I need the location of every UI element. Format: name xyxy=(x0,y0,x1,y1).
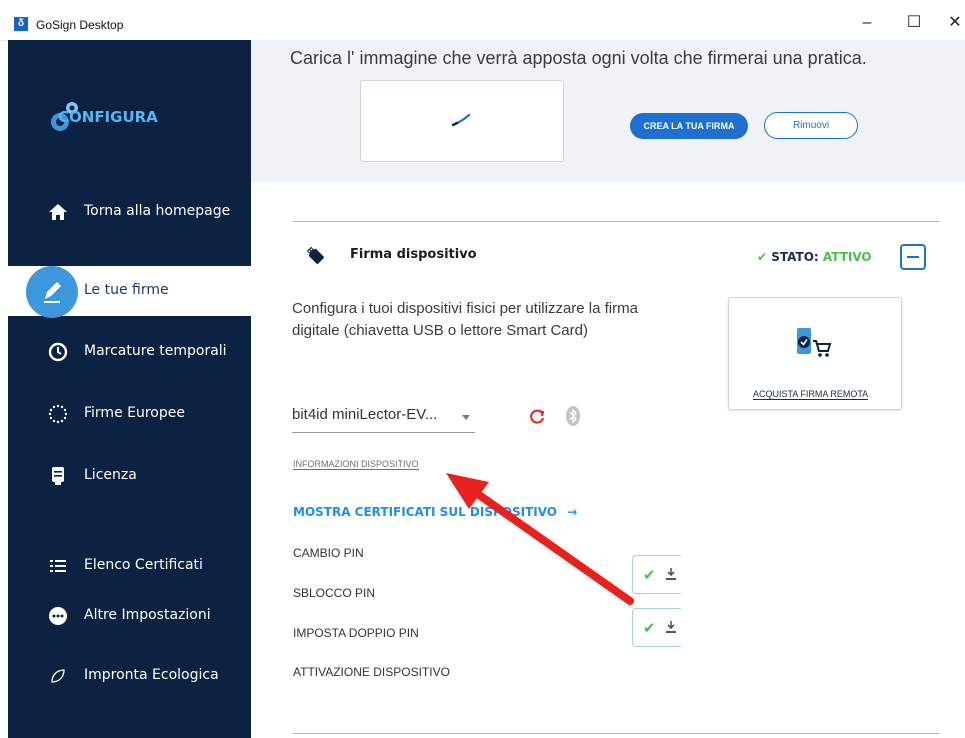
status-badge: ✔ STATO: ATTIVO xyxy=(757,250,872,264)
license-icon xyxy=(48,466,68,486)
home-icon xyxy=(48,202,68,222)
sidebar-item-label: Altre Impostazioni xyxy=(84,607,211,623)
sidebar-item-label: Torna alla homepage xyxy=(84,203,231,219)
minimize-button[interactable]: – xyxy=(852,10,882,36)
check-icon: ✔ xyxy=(643,567,656,584)
device-select-value: bit4id miniLector-EV... xyxy=(292,406,438,423)
action-status-box[interactable]: ✔ xyxy=(632,555,681,594)
action-unlock-pin[interactable]: SBLOCCO PIN xyxy=(293,586,375,600)
pen-icon xyxy=(451,113,471,127)
sidebar-item-label: Licenza xyxy=(84,467,137,483)
sidebar-item-ecological-footprint[interactable]: Impronta Ecologica xyxy=(8,654,251,698)
download-icon xyxy=(666,621,676,633)
action-change-pin[interactable]: CAMBIO PIN xyxy=(293,546,364,560)
sidebar-item-certificates[interactable]: Elenco Certificati xyxy=(8,544,251,588)
status-prefix: STATO: xyxy=(771,250,819,264)
remove-signature-button[interactable]: Rimuovi xyxy=(764,112,858,139)
more-icon xyxy=(48,606,68,626)
action-activate-device[interactable]: ATTIVAZIONE DISPOSITIVO xyxy=(293,665,450,679)
device-signature-title: Firma dispositivo xyxy=(350,247,477,262)
status-value: ATTIVO xyxy=(822,250,872,264)
usb-key-icon xyxy=(306,245,326,272)
arrow-right-icon: → xyxy=(567,505,578,519)
chevron-down-icon xyxy=(462,415,470,420)
maximize-button[interactable]: ☐ xyxy=(899,10,929,36)
buy-remote-label: ACQUISTA FIRMA REMOTA xyxy=(753,389,869,400)
sidebar-item-european-signatures[interactable]: Firme Europee xyxy=(8,392,251,436)
collapse-section-button[interactable] xyxy=(900,244,926,270)
close-button[interactable]: ✕ xyxy=(940,10,965,36)
action-status-box[interactable]: ✔ xyxy=(632,608,681,647)
show-certificates-link[interactable]: MOSTRA CERTIFICATI SUL DISPOSITIVO → xyxy=(293,505,577,519)
sidebar-item-label: Le tue firme xyxy=(84,282,169,298)
sidebar-item-label: Firme Europee xyxy=(84,405,185,421)
window-title: GoSign Desktop xyxy=(36,18,124,32)
sidebar-item-license[interactable]: Licenza xyxy=(8,454,251,498)
sidebar-item-timestamps[interactable]: Marcature temporali xyxy=(8,330,251,374)
active-nav-indicator xyxy=(26,266,78,318)
refresh-icon[interactable] xyxy=(528,408,546,431)
download-icon xyxy=(666,568,676,580)
section-divider xyxy=(293,733,940,734)
sidebar: CONFIGURA Torna alla homepage Le tue fir… xyxy=(8,40,251,738)
sidebar-item-label: Impronta Ecologica xyxy=(84,667,219,683)
eu-stars-icon xyxy=(48,404,68,424)
clock-icon xyxy=(48,342,68,362)
action-double-pin[interactable]: IMPOSTA DOPPIO PIN xyxy=(293,626,419,640)
device-info-link[interactable]: INFORMAZIONI DISPOSITIVO xyxy=(293,459,419,470)
mobile-cart-icon xyxy=(797,328,832,357)
check-icon: ✔ xyxy=(643,620,656,637)
app-logo-icon: δ xyxy=(14,17,28,31)
list-icon xyxy=(48,556,68,576)
signature-preview[interactable] xyxy=(360,80,564,162)
sidebar-item-label: Elenco Certificati xyxy=(84,557,203,573)
window-titlebar: δ GoSign Desktop – ☐ ✕ xyxy=(0,0,965,41)
brand-label: CONFIGURA xyxy=(58,108,158,126)
sidebar-item-other-settings[interactable]: Altre Impostazioni xyxy=(8,594,251,638)
check-icon: ✔ xyxy=(757,250,768,264)
leaf-icon xyxy=(48,666,68,686)
sidebar-item-homepage[interactable]: Torna alla homepage xyxy=(8,190,251,234)
buy-remote-signature-card[interactable]: ACQUISTA FIRMA REMOTA xyxy=(728,297,902,410)
create-signature-button[interactable]: CREA LA TUA FIRMA xyxy=(630,113,748,139)
sidebar-item-label: Marcature temporali xyxy=(84,343,227,359)
bluetooth-icon[interactable] xyxy=(566,406,580,431)
show-certificates-label: MOSTRA CERTIFICATI SUL DISPOSITIVO xyxy=(293,505,557,519)
upload-instructions: Carica l' immagine che verrà apposta ogn… xyxy=(290,48,867,68)
signature-icon xyxy=(44,282,61,303)
device-select[interactable]: bit4id miniLector-EV... xyxy=(292,404,475,433)
device-description: Configura i tuoi dispositivi fisici per … xyxy=(292,300,638,339)
section-divider xyxy=(293,221,940,222)
